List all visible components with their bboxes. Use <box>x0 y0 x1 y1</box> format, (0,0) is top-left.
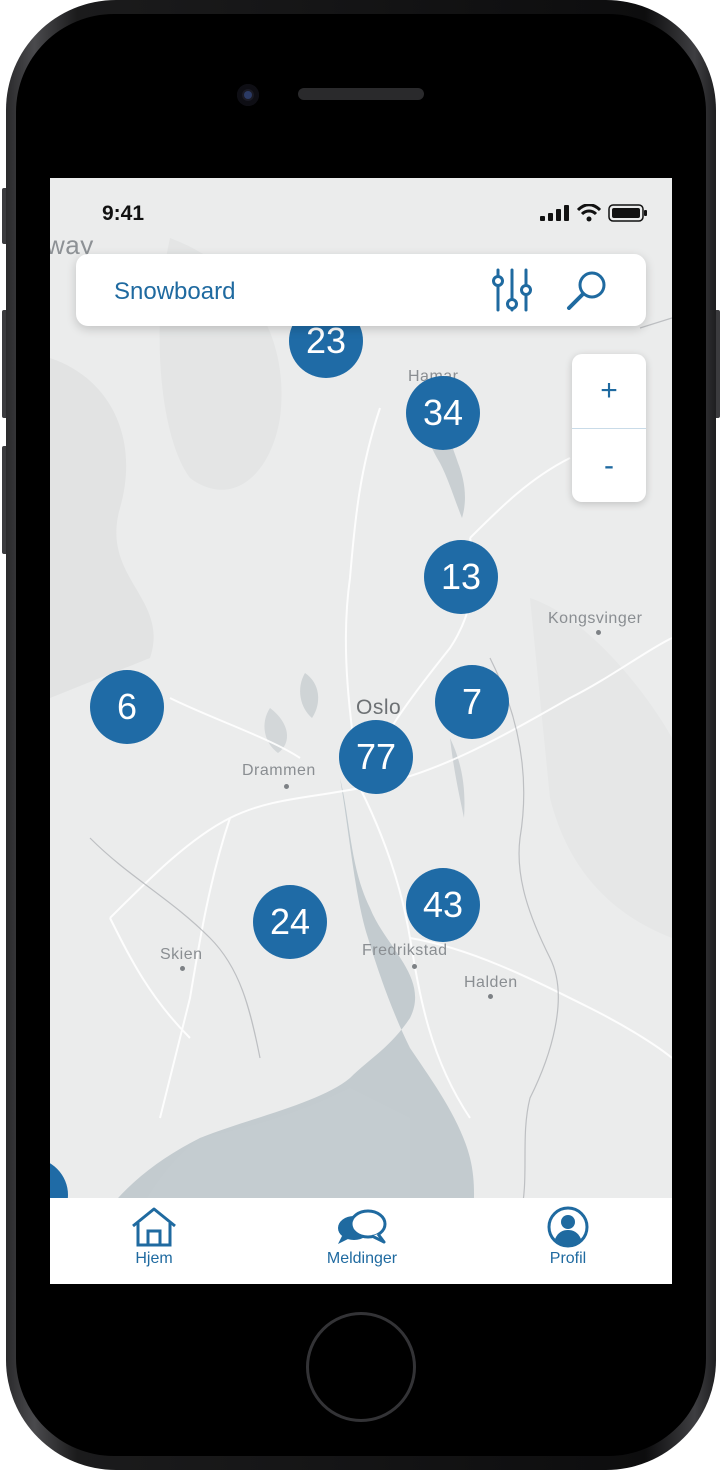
place-dot-kongsvinger <box>596 630 601 635</box>
status-bar: 9:41 <box>50 178 672 228</box>
app-screen: way Hamar Kongsvinger Oslo Drammen Skien… <box>50 178 672 1284</box>
place-label-skien: Skien <box>160 946 203 963</box>
map-cluster-marker[interactable]: 34 <box>406 376 480 450</box>
map-cluster-marker[interactable]: 77 <box>339 720 413 794</box>
phone-frame: way Hamar Kongsvinger Oslo Drammen Skien… <box>0 0 722 1470</box>
bottom-tab-bar: Hjem Meldinger Profil <box>50 1198 672 1284</box>
place-dot-halden <box>488 994 493 999</box>
place-dot-fredrikstad <box>412 964 417 969</box>
search-bar[interactable]: Snowboard <box>76 254 646 326</box>
home-icon <box>132 1207 176 1247</box>
tab-messages[interactable]: Meldinger <box>282 1206 442 1278</box>
profile-icon <box>547 1206 589 1248</box>
place-dot-drammen <box>284 784 289 789</box>
front-camera <box>237 84 259 106</box>
place-label-oslo: Oslo <box>356 696 402 719</box>
place-label-halden: Halden <box>464 974 518 991</box>
home-button[interactable] <box>306 1312 416 1422</box>
map-cluster-marker[interactable]: 24 <box>253 885 327 959</box>
chat-icon <box>338 1209 387 1244</box>
status-time: 9:41 <box>102 202 145 225</box>
zoom-in-button[interactable]: + <box>572 354 646 428</box>
place-label-kongsvinger: Kongsvinger <box>548 610 643 627</box>
tab-profile-label: Profil <box>549 1250 587 1267</box>
cellular-signal-icon <box>540 205 569 221</box>
status-icons <box>540 204 648 222</box>
map-cluster-marker[interactable]: 43 <box>406 868 480 942</box>
place-label-fredrikstad: Fredrikstad <box>362 942 448 959</box>
map-cluster-marker[interactable]: 6 <box>90 670 164 744</box>
tab-home-label: Hjem <box>135 1250 173 1267</box>
search-icon[interactable] <box>566 270 608 310</box>
tab-messages-label: Meldinger <box>326 1250 398 1267</box>
map-cluster-marker[interactable]: 13 <box>424 540 498 614</box>
battery-icon <box>608 204 647 222</box>
search-query-text[interactable]: Snowboard <box>114 278 235 306</box>
map-cluster-marker[interactable]: 7 <box>435 665 509 739</box>
filter-sliders-icon[interactable] <box>492 268 532 312</box>
wifi-icon <box>576 204 602 222</box>
place-dot-skien <box>180 966 185 971</box>
zoom-control: + - <box>572 354 646 502</box>
place-label-drammen: Drammen <box>242 762 316 779</box>
zoom-out-button[interactable]: - <box>572 428 646 503</box>
earpiece-speaker <box>298 88 424 100</box>
tab-profile[interactable]: Profil <box>488 1206 648 1278</box>
tab-home[interactable]: Hjem <box>74 1206 234 1278</box>
